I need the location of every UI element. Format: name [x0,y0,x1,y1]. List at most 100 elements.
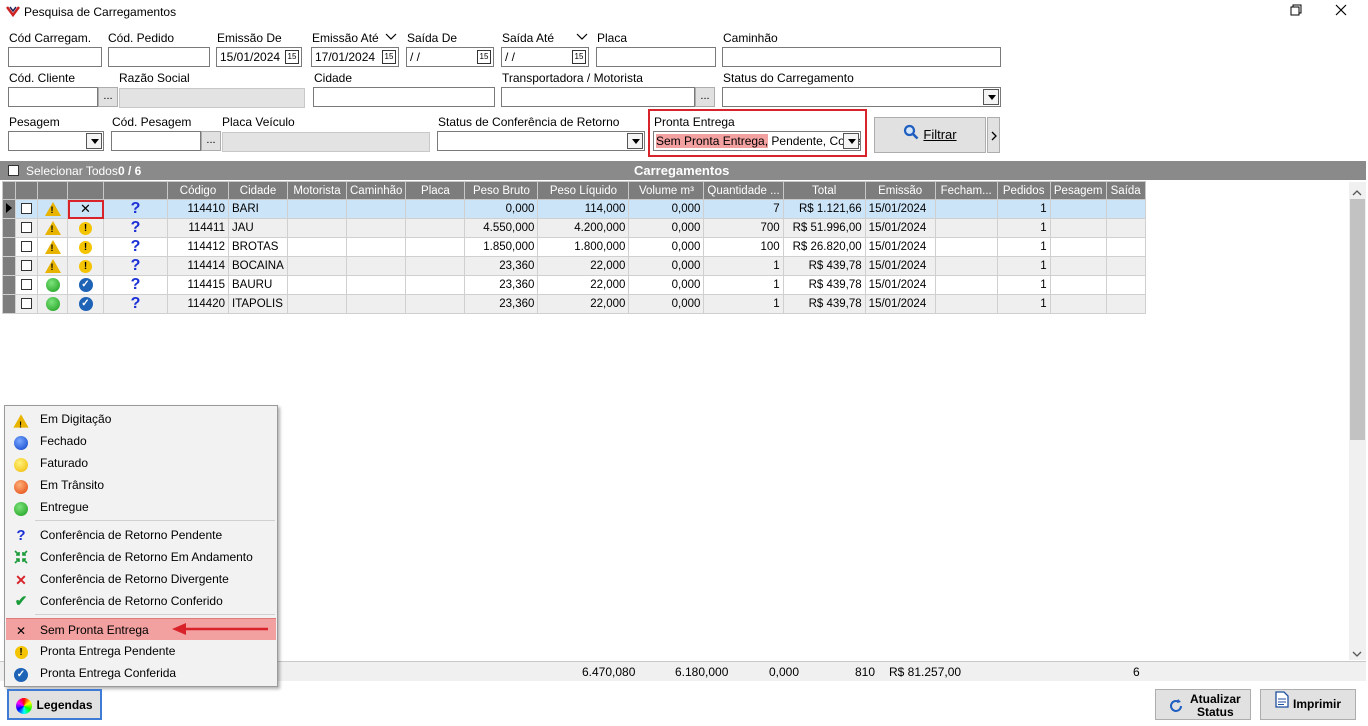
saida-cell [1105,218,1146,238]
cod-pedido-input[interactable] [108,47,210,67]
pronta-entrega-cell: ✕ [67,199,104,219]
col-header-volume[interactable]: Volume m³ [628,181,705,200]
scroll-thumb[interactable] [1350,199,1365,440]
col-header-quantidade[interactable]: Quantidade ... [703,181,784,200]
saida-ate-input[interactable]: / / 15 [501,47,589,67]
row-checkbox[interactable] [21,298,32,310]
cod-pesagem-input[interactable] [111,131,201,151]
restore-icon[interactable] [1290,4,1304,18]
grid-vertical-scrollbar[interactable] [1349,182,1366,660]
calendar-icon[interactable]: 15 [572,50,586,64]
legendas-button[interactable]: Legendas [7,689,102,720]
filtrar-button[interactable]: Filtrar [874,117,986,153]
row-checkbox[interactable] [21,203,32,215]
col-header-total[interactable]: Total [782,181,866,200]
saida-de-input[interactable]: / / 15 [406,47,494,67]
dropdown-arrow-icon[interactable] [627,133,643,149]
row-checkbox-cell[interactable] [15,199,38,219]
status-carregamento-select[interactable] [722,87,1001,107]
pronta-entrega-select[interactable]: Sem Pronta Entrega, Pendente, Confer [653,131,861,151]
table-row[interactable]: ✕?114410BARI0,000114,0000,0007R$ 1.121,6… [2,199,1146,219]
caminhao-input[interactable] [722,47,1001,67]
scroll-up-icon[interactable] [1352,186,1362,200]
col-header-pedidos[interactable]: Pedidos [996,181,1051,200]
table-row[interactable]: !?114414BOCAINA23,36022,0000,0001R$ 439,… [2,256,1146,276]
transportadora-lookup-button[interactable]: ... [695,87,715,107]
calendar-icon[interactable]: 15 [285,50,299,64]
cidade-input[interactable] [313,87,495,107]
row-checkbox-cell[interactable] [15,275,38,295]
col-header-placa[interactable]: Placa [405,181,466,200]
row-checkbox-cell[interactable] [15,256,38,276]
atualizar-status-button[interactable]: Atualizar Status [1155,689,1251,720]
row-indicator[interactable] [2,237,16,257]
row-checkbox[interactable] [21,222,32,234]
placa-cell [405,275,466,295]
cod-cliente-input[interactable] [8,87,98,107]
transportadora-label: Transportadora / Motorista [502,71,643,85]
peso-liquido-cell: 22,000 [537,275,630,295]
filtrar-options-button[interactable] [987,117,1000,153]
dropdown-arrow-icon[interactable] [843,133,859,149]
question-icon: ? [130,276,141,294]
caminhao-cell [345,218,407,238]
col-header-codigo[interactable]: Código [167,181,229,200]
row-indicator[interactable] [2,256,16,276]
col-header-emissao[interactable]: Emissão [864,181,936,200]
cidade-cell: BARI [228,199,288,219]
table-row[interactable]: !? 114411JAU 4.550,0004.200,0000,000700R$ … [2,218,1146,238]
col-header-conferencia[interactable] [103,181,168,200]
col-header-saida[interactable]: Saída [1105,181,1146,200]
row-checkbox-cell[interactable] [15,237,38,257]
caminhao-cell [345,294,407,314]
app-logo-icon [6,4,20,21]
col-header-status[interactable] [37,181,68,200]
legend-item-label: Em Trânsito [40,478,105,492]
col-header-cidade[interactable]: Cidade [228,181,288,200]
row-checkbox[interactable] [21,279,32,291]
row-indicator[interactable] [2,294,16,314]
placa-input[interactable] [596,47,716,67]
row-checkbox-cell[interactable] [15,218,38,238]
col-header-peso-liquido[interactable]: Peso Líquido [537,181,630,200]
pesagem-lookup-button[interactable]: ... [201,131,221,151]
transportadora-input[interactable] [501,87,695,107]
cliente-lookup-button[interactable]: ... [98,87,118,107]
cod-carregam-input[interactable] [8,47,102,67]
row-indicator[interactable] [2,218,16,238]
col-header-fechamento[interactable]: Fecham... [934,181,998,200]
legend-item-label: Conferência de Retorno Em Andamento [40,550,253,564]
table-row[interactable]: !? 114412BROTAS 1.850,0001.800,0000,000100… [2,237,1146,257]
status-conferencia-select[interactable] [437,131,645,151]
calendar-icon[interactable]: 15 [382,50,396,64]
col-header-pesagem[interactable]: Pesagem [1049,181,1107,200]
row-indicator[interactable] [2,199,16,219]
table-row[interactable]: ✓? 114420 ITAPOLIS 23,360 22,000 0,000 1 R$ 439… [2,294,1146,314]
scroll-down-icon[interactable] [1352,647,1362,661]
row-indicator[interactable] [2,275,16,295]
imprimir-button[interactable]: Imprimir [1260,689,1356,720]
emissao-ate-input[interactable]: 17/01/2024 15 [311,47,399,67]
calendar-icon[interactable]: 15 [477,50,491,64]
document-icon [1275,690,1289,719]
row-checkbox[interactable] [21,241,32,253]
chevron-down-icon[interactable] [576,31,588,45]
col-header-checkbox[interactable] [15,181,38,200]
close-icon[interactable] [1335,4,1349,18]
table-row[interactable]: ✓? 114415 BAURU 23,360 22,000 0,000 1 R$ 439,78… [2,275,1146,295]
dropdown-arrow-icon[interactable] [86,133,102,149]
col-header-row-indicator[interactable] [2,181,16,200]
col-header-peso-bruto[interactable]: Peso Bruto [464,181,539,200]
select-all-checkbox[interactable] [8,165,19,176]
dropdown-arrow-icon[interactable] [983,89,999,105]
question-icon: ? [130,200,141,218]
col-header-motorista[interactable]: Motorista [287,181,347,200]
yellow-dot-icon [13,456,29,472]
emissao-de-input[interactable]: 15/01/2024 15 [216,47,302,67]
pesagem-select[interactable] [8,131,104,151]
col-header-pronta[interactable] [67,181,104,200]
row-checkbox-cell[interactable] [15,294,38,314]
chevron-down-icon[interactable] [385,31,397,45]
col-header-caminhao[interactable]: Caminhão [345,181,407,200]
row-checkbox[interactable] [21,260,32,272]
